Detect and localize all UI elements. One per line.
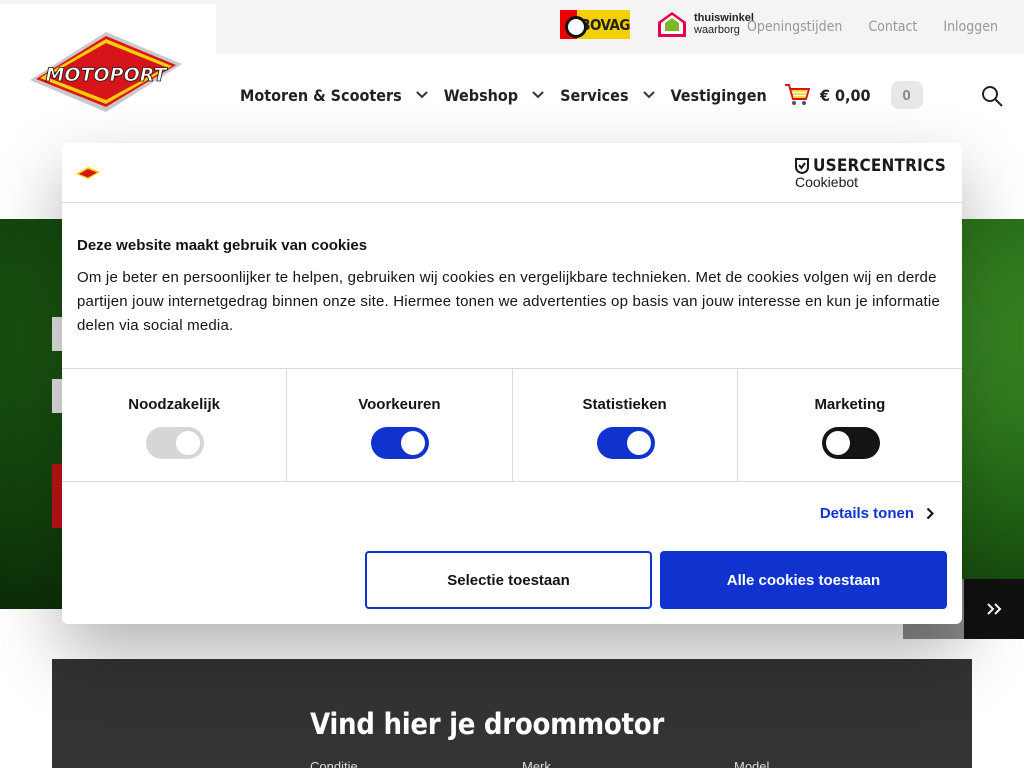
finder-label-merk: Merk: [522, 759, 551, 768]
allow-all-button[interactable]: Alle cookies toestaan: [660, 551, 947, 609]
bovag-badge[interactable]: BOVAG: [560, 10, 630, 39]
toggle-cell-statistieken: Statistieken: [513, 369, 738, 481]
hero-next-button[interactable]: [964, 579, 1024, 639]
chevron-right-icon: [926, 507, 934, 520]
dialog-text: Om je beter en persoonlijker te helpen, …: [77, 269, 940, 334]
consent-toggles: Noodzakelijk Voorkeuren Statistieken Mar…: [62, 368, 962, 482]
double-chevron-right-icon: [987, 603, 1002, 615]
dialog-header: USERCENTRICS Cookiebot: [62, 143, 962, 203]
toggle-cell-noodzakelijk: Noodzakelijk: [62, 369, 288, 481]
details-label: Details tonen: [819, 505, 914, 522]
main-nav: Motoren & Scooters Webshop Services Vest…: [240, 80, 767, 110]
provider-name: USERCENTRICS: [813, 156, 946, 176]
toggle-label: Marketing: [814, 396, 886, 413]
logo-container: MOTOPORT: [0, 4, 216, 144]
thuiswinkel-house-icon: [658, 12, 686, 37]
finder-label-conditie: Conditie: [310, 759, 358, 768]
logo-text: MOTOPORT: [46, 64, 169, 86]
finder-title: Vind hier je droommotor: [310, 707, 664, 741]
link-openingstijden[interactable]: Openingstijden: [747, 19, 842, 35]
shopping-cart-icon: [785, 84, 810, 105]
link-inloggen[interactable]: Inloggen: [943, 19, 998, 35]
toggle-label: Voorkeuren: [358, 396, 441, 413]
cookie-consent-dialog: USERCENTRICS Cookiebot Deze website maak…: [62, 143, 962, 624]
toggle-switch-voorkeuren[interactable]: [371, 427, 430, 459]
chevron-down-icon: [415, 91, 428, 99]
toggle-label: Statistieken: [582, 396, 667, 413]
nav-label: Motoren & Scooters: [240, 85, 402, 105]
top-links: Openingstijden Contact Inloggen: [747, 0, 998, 54]
nav-services[interactable]: Services: [560, 86, 670, 105]
nav-label: Webshop: [443, 85, 519, 105]
nav-motoren-scooters[interactable]: Motoren & Scooters: [240, 86, 444, 105]
usercentrics-logo: USERCENTRICS Cookiebot: [795, 156, 946, 190]
allow-selection-button[interactable]: Selectie toestaan: [365, 551, 652, 609]
dialog-title: Deze website maakt gebruik van cookies: [77, 237, 368, 254]
chevron-down-icon: [532, 91, 544, 99]
cart-count-badge: 0: [890, 81, 923, 109]
thuiswinkel-line1: thuiswinkel: [694, 12, 754, 24]
toggle-cell-marketing: Marketing: [738, 369, 962, 481]
search-icon[interactable]: [980, 84, 1004, 108]
thuiswinkel-line2: waarborg: [694, 24, 740, 36]
toggle-switch-statistieken[interactable]: [596, 427, 655, 459]
chevron-down-icon: [642, 91, 655, 99]
nav-label: Vestigingen: [670, 85, 767, 105]
nav-label: Services: [560, 85, 629, 105]
bovag-logo-icon: [560, 10, 588, 39]
nav-vestigingen[interactable]: Vestigingen: [671, 86, 767, 105]
link-contact[interactable]: Contact: [868, 19, 917, 35]
cart[interactable]: € 0,00 0: [784, 80, 923, 110]
provider-sub: Cookiebot: [795, 174, 859, 190]
finder-label-model: Model: [734, 759, 770, 768]
bovag-label: BOVAG: [580, 15, 630, 34]
motor-finder: Vind hier je droommotor Conditie Merk Mo…: [52, 659, 972, 768]
motoport-logo[interactable]: MOTOPORT: [26, 30, 186, 114]
shield-icon: [795, 158, 809, 174]
details-link[interactable]: Details tonen: [820, 505, 934, 522]
toggle-cell-voorkeuren: Voorkeuren: [287, 369, 513, 481]
toggle-switch-marketing[interactable]: [821, 427, 880, 459]
toggle-switch-noodzakelijk: [146, 427, 205, 459]
toggle-label: Noodzakelijk: [128, 396, 220, 413]
motoport-small-logo: [76, 167, 100, 179]
cart-total: € 0,00: [820, 85, 871, 105]
nav-webshop[interactable]: Webshop: [444, 86, 560, 105]
